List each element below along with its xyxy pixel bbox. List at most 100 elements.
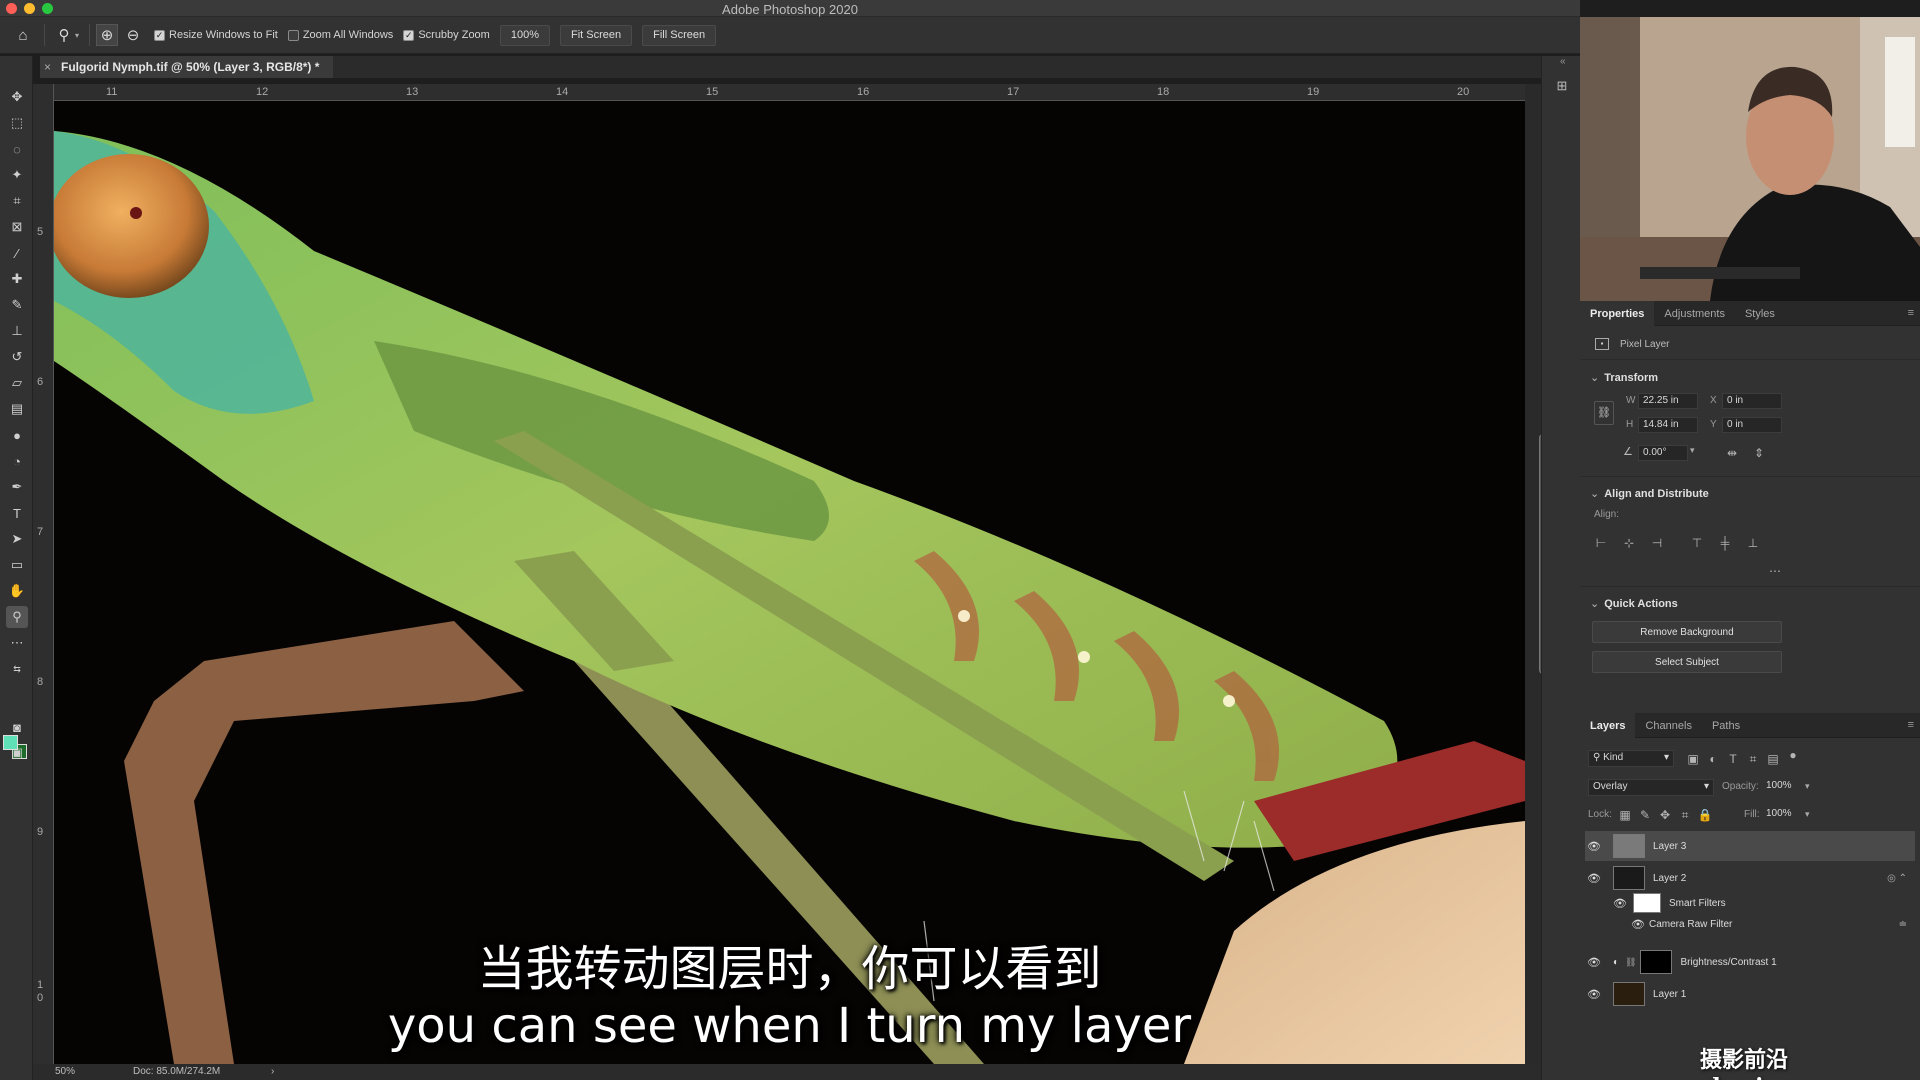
align-bottom-edges-icon[interactable]: ⊥	[1744, 535, 1762, 551]
tab-adjustments[interactable]: Adjustments	[1654, 301, 1735, 326]
select-subject-button[interactable]: Select Subject	[1592, 651, 1782, 673]
fill-field[interactable]: 100%	[1762, 807, 1802, 824]
type-tool-icon[interactable]: T	[6, 502, 28, 524]
height-field[interactable]: 14.84 in	[1638, 417, 1698, 433]
remove-background-button[interactable]: Remove Background	[1592, 621, 1782, 643]
layer-row-layer-1[interactable]: 👁 Layer 1	[1585, 979, 1915, 1009]
gradient-tool-icon[interactable]: ▤	[6, 398, 28, 420]
visibility-eye-icon[interactable]: 👁	[1585, 840, 1603, 853]
lock-artboard-icon[interactable]: ⌗	[1676, 807, 1694, 823]
layers-panel-menu-icon[interactable]: ≡	[1908, 719, 1914, 731]
y-field[interactable]: 0 in	[1722, 417, 1782, 433]
blend-mode-select[interactable]: Overlay ▾	[1588, 779, 1714, 796]
opacity-field[interactable]: 100%	[1762, 779, 1802, 796]
rectangle-tool-icon[interactable]: ▭	[6, 554, 28, 576]
visibility-eye-icon[interactable]: 👁	[1629, 918, 1647, 931]
eraser-tool-icon[interactable]: ▱	[6, 372, 28, 394]
tab-channels[interactable]: Channels	[1635, 713, 1701, 738]
more-tools-icon[interactable]: ⋯	[6, 632, 28, 654]
panel-menu-icon[interactable]: ≡	[1908, 307, 1914, 319]
layer-row-camera-raw-filter[interactable]: 👁 Camera Raw Filter ≐	[1585, 913, 1915, 935]
tab-properties[interactable]: Properties	[1580, 301, 1655, 326]
lock-transparent-icon[interactable]: ▦	[1616, 807, 1634, 823]
frame-tool-icon[interactable]: ⊠	[6, 216, 28, 238]
properties-panel-icon[interactable]: ⊞	[1552, 78, 1572, 98]
status-chevron-icon[interactable]: ›	[271, 1066, 274, 1077]
close-tab-icon[interactable]: ×	[44, 60, 51, 74]
flip-vertical-icon[interactable]: ⇕	[1750, 445, 1768, 461]
layer-row-layer-3[interactable]: 👁 Layer 3	[1585, 831, 1915, 861]
fit-screen-button[interactable]: Fit Screen	[559, 24, 633, 46]
layer-row-layer-2[interactable]: 👁 Layer 2 ◎ ⌃	[1585, 863, 1915, 893]
dodge-tool-icon[interactable]: ◔	[6, 450, 28, 472]
zoom-tool-preset-icon[interactable]: ⚲	[53, 24, 75, 46]
layer-row-brightness-contrast[interactable]: 👁 ◐ ⛓ Brightness/Contrast 1	[1585, 947, 1915, 977]
transform-header[interactable]: ⌄ Transform	[1590, 371, 1658, 384]
angle-field[interactable]: 0.00°	[1638, 445, 1688, 461]
fill-dropdown-icon[interactable]: ▾	[1805, 809, 1810, 820]
swap-colors-icon[interactable]: ⇆	[6, 658, 28, 680]
align-top-edges-icon[interactable]: ⊤	[1688, 535, 1706, 551]
collapse-arrows-icon[interactable]: «	[1560, 56, 1566, 67]
healing-brush-tool-icon[interactable]: ✚	[6, 268, 28, 290]
visibility-eye-icon[interactable]: 👁	[1585, 988, 1603, 1001]
fill-screen-button[interactable]: Fill Screen	[642, 24, 717, 46]
quick-actions-header[interactable]: ⌄ Quick Actions	[1590, 597, 1678, 610]
angle-dropdown-icon[interactable]: ▾	[1690, 445, 1695, 456]
resize-windows-checkbox[interactable]: ✓ Resize Windows to Fit	[154, 29, 278, 41]
visibility-eye-icon[interactable]: 👁	[1611, 897, 1629, 910]
clone-stamp-tool-icon[interactable]: ⊥	[6, 320, 28, 342]
lock-all-icon[interactable]: 🔒	[1696, 807, 1714, 823]
more-options-icon[interactable]: ⋯	[1766, 563, 1784, 579]
magic-wand-tool-icon[interactable]: ✦	[6, 164, 28, 186]
filter-smart-object-icon[interactable]: ▤	[1764, 751, 1782, 767]
zoom-level[interactable]: 50%	[55, 1066, 75, 1077]
canvas-vertical-scrollbar[interactable]	[1525, 84, 1547, 1064]
filter-adjustment-icon[interactable]: ◐	[1704, 751, 1722, 767]
link-icon[interactable]: ⛓	[1625, 957, 1636, 968]
visibility-eye-icon[interactable]: 👁	[1585, 872, 1603, 885]
link-proportions-icon[interactable]: ⛓	[1594, 401, 1614, 425]
filter-shape-icon[interactable]: ⌗	[1744, 751, 1762, 767]
layer-row-smart-filters[interactable]: 👁 Smart Filters	[1585, 891, 1915, 915]
crop-tool-icon[interactable]: ⌗	[6, 190, 28, 212]
width-field[interactable]: 22.25 in	[1638, 393, 1698, 409]
align-horizontal-centers-icon[interactable]: ⊹	[1620, 535, 1638, 551]
marquee-tool-icon[interactable]: ⬚	[6, 112, 28, 134]
zoom-all-checkbox[interactable]: Zoom All Windows	[287, 29, 393, 41]
zoom-100-button[interactable]: 100%	[499, 24, 550, 46]
filter-toggle-icon[interactable]: ●	[1784, 747, 1802, 763]
path-selection-tool-icon[interactable]: ➤	[6, 528, 28, 550]
visibility-eye-icon[interactable]: 👁	[1585, 956, 1603, 969]
x-field[interactable]: 0 in	[1722, 393, 1782, 409]
history-brush-tool-icon[interactable]: ↺	[6, 346, 28, 368]
zoom-out-icon[interactable]: ⊖	[122, 24, 144, 46]
blur-tool-icon[interactable]: ●	[6, 424, 28, 446]
document-tab[interactable]: × Fulgorid Nymph.tif @ 50% (Layer 3, RGB/…	[40, 56, 334, 78]
chevron-down-icon[interactable]: ▾	[75, 31, 79, 40]
hand-tool-icon[interactable]: ✋	[6, 580, 28, 602]
tab-styles[interactable]: Styles	[1735, 301, 1785, 326]
layer-kind-filter[interactable]: ⚲ Kind ▾	[1588, 750, 1674, 767]
home-icon[interactable]: ⌂	[12, 24, 34, 46]
lock-image-icon[interactable]: ✎	[1636, 807, 1654, 823]
opacity-dropdown-icon[interactable]: ▾	[1805, 781, 1810, 792]
document-canvas[interactable]: 当我转动图层时，你可以看到 you can see when I turn my…	[54, 101, 1525, 1064]
scrubby-zoom-checkbox[interactable]: ✓ Scrubby Zoom	[403, 29, 490, 41]
filter-pixel-icon[interactable]: ▣	[1684, 751, 1702, 767]
zoom-tool-icon[interactable]: ⚲	[6, 606, 28, 628]
foreground-color-swatch[interactable]	[3, 735, 18, 750]
pen-tool-icon[interactable]: ✒	[6, 476, 28, 498]
align-right-edges-icon[interactable]: ⊣	[1648, 535, 1666, 551]
move-tool-icon[interactable]: ✥	[6, 86, 28, 108]
align-left-edges-icon[interactable]: ⊢	[1592, 535, 1610, 551]
align-distribute-header[interactable]: ⌄ Align and Distribute	[1590, 487, 1709, 500]
filter-options-icon[interactable]: ≐	[1899, 919, 1907, 930]
flip-horizontal-icon[interactable]: ⇹	[1723, 445, 1741, 461]
lock-position-icon[interactable]: ✥	[1656, 807, 1674, 823]
lasso-tool-icon[interactable]: ◌	[6, 138, 28, 160]
tab-layers[interactable]: Layers	[1580, 713, 1636, 738]
tab-paths[interactable]: Paths	[1702, 713, 1750, 738]
align-vertical-centers-icon[interactable]: ╪	[1716, 535, 1734, 551]
brush-tool-icon[interactable]: ✎	[6, 294, 28, 316]
